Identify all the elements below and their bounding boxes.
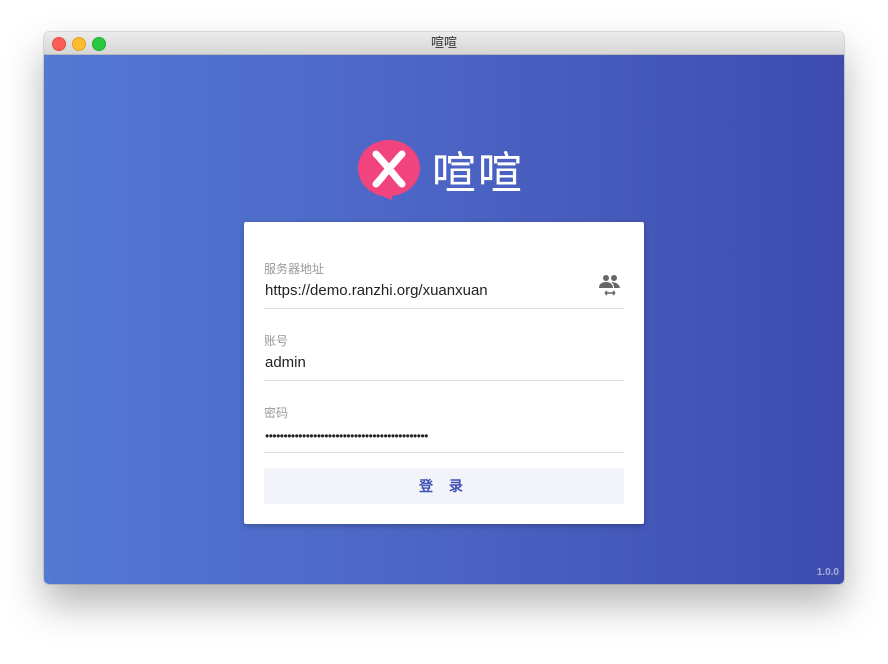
switch-user-icon[interactable] bbox=[598, 273, 622, 297]
version-label: 1.0.0 bbox=[816, 567, 839, 578]
password-label: 密码 bbox=[264, 406, 289, 420]
app-window: 喧喧 喧喧 服务器地址 https://demo.ranzhi.org/xuan… bbox=[44, 32, 844, 584]
login-card: 服务器地址 https://demo.ranzhi.org/xuanxuan 账… bbox=[244, 222, 644, 524]
account-input[interactable]: admin bbox=[265, 354, 306, 371]
server-label: 服务器地址 bbox=[264, 262, 325, 276]
password-field[interactable]: 密码 •••••••••••••••••••••••••••••••••••••… bbox=[264, 404, 624, 453]
app-logo-icon bbox=[358, 140, 420, 200]
window-title: 喧喧 bbox=[430, 35, 457, 50]
account-label: 账号 bbox=[264, 334, 289, 348]
minimize-window-button[interactable] bbox=[72, 37, 86, 51]
login-button[interactable]: 登 录 bbox=[264, 468, 624, 504]
app-name: 喧喧 bbox=[432, 149, 524, 198]
password-input[interactable]: ••••••••••••••••••••••••••••••••••••••••… bbox=[265, 429, 428, 443]
close-window-button[interactable] bbox=[52, 37, 66, 51]
zoom-window-button[interactable] bbox=[92, 37, 106, 51]
server-field[interactable]: 服务器地址 https://demo.ranzhi.org/xuanxuan bbox=[264, 260, 624, 309]
account-field[interactable]: 账号 admin bbox=[264, 332, 624, 381]
title-bar: 喧喧 bbox=[44, 32, 844, 55]
app-logo: 喧喧 bbox=[358, 137, 524, 201]
login-screen: 喧喧 服务器地址 https://demo.ranzhi.org/xuanxua… bbox=[44, 55, 844, 584]
server-input[interactable]: https://demo.ranzhi.org/xuanxuan bbox=[265, 282, 488, 299]
